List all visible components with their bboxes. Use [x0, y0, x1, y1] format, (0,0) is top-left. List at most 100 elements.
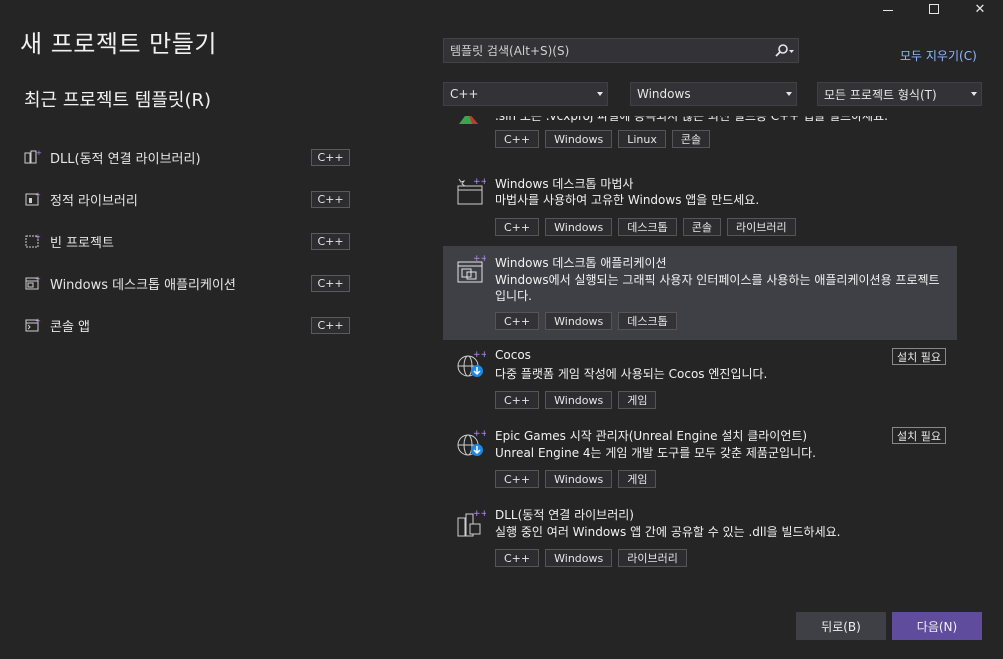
tag: 콘솔 — [671, 130, 711, 148]
template-name: Cocos — [495, 348, 531, 362]
template-item-windows-desktop-wizard[interactable]: ++ Windows 데스크톱 마법사 마법사를 사용하여 고유한 Window… — [443, 170, 957, 240]
tag: C++ — [495, 470, 540, 488]
template-tags: C++ Windows Linux 콘솔 — [495, 130, 711, 148]
template-description: Unreal Engine 4는 게임 개발 도구를 모두 갖춘 제품군입니다. — [495, 446, 816, 460]
svg-text:+: + — [35, 233, 41, 241]
template-item-epic-games-launcher[interactable]: ++ Epic Games 시작 관리자(Unreal Engine 설치 클라… — [443, 425, 957, 495]
tag: Windows — [545, 470, 613, 488]
close-button[interactable]: ✕ — [957, 0, 1003, 18]
tag: C++ — [495, 391, 540, 409]
project-type-filter-value: 모든 프로젝트 형식(T) — [824, 87, 937, 102]
project-type-filter-dropdown[interactable]: 모든 프로젝트 형식(T) — [817, 82, 982, 106]
language-tag: C++ — [311, 149, 350, 166]
template-search-input[interactable] — [450, 43, 772, 58]
chevron-down-icon — [597, 92, 603, 96]
recent-item-label: 콘솔 앱 — [50, 319, 91, 335]
svg-text:+: + — [35, 191, 41, 199]
tag: 데스크톱 — [618, 218, 677, 236]
tag: 데스크톱 — [618, 312, 677, 330]
maximize-icon — [929, 4, 939, 14]
minimize-icon — [883, 9, 893, 11]
install-required-badge: 설치 필요 — [892, 348, 946, 365]
tag: C++ — [495, 130, 540, 148]
tag: C++ — [495, 549, 540, 567]
template-name: Windows 데스크톱 마법사 — [495, 177, 634, 191]
tag: Windows — [545, 312, 613, 330]
svg-text:++: ++ — [473, 350, 486, 360]
console-app-icon: + — [24, 317, 42, 333]
svg-text:+: + — [35, 317, 41, 325]
template-item-cocos[interactable]: ++ Cocos 설치 필요 다중 플랫폼 게임 작성에 사용되는 Cocos … — [443, 346, 957, 416]
recent-templates-list: ++ DLL(동적 연결 라이브러리) C++ + 정적 라이브러리 C++ +… — [24, 136, 352, 346]
recent-item-label: 빈 프로젝트 — [50, 235, 114, 251]
recent-item-console-app[interactable]: + 콘솔 앱 C++ — [24, 304, 352, 346]
template-tags: C++ Windows 게임 — [495, 391, 657, 409]
globe-download-icon: ++ — [456, 350, 488, 380]
close-icon: ✕ — [974, 1, 986, 17]
language-tag: C++ — [311, 233, 350, 250]
chevron-down-icon — [786, 92, 792, 96]
chevron-down-icon — [971, 92, 977, 96]
template-tags: C++ Windows 데스크톱 콘솔 라이브러리 — [495, 218, 796, 236]
template-description: 실행 중인 여러 Windows 앱 간에 공유할 수 있는 .dll을 빌드하… — [495, 525, 841, 539]
svg-text:++: ++ — [473, 177, 486, 187]
dll-project-icon: ++ — [456, 508, 488, 538]
recent-item-label: 정적 라이브러리 — [50, 193, 138, 209]
tag: 라이브러리 — [726, 218, 796, 236]
svg-text:++: ++ — [36, 149, 42, 157]
back-button[interactable]: 뒤로(B) — [796, 612, 886, 640]
recent-item-dll[interactable]: ++ DLL(동적 연결 라이브러리) C++ — [24, 136, 352, 178]
language-tag: C++ — [311, 275, 350, 292]
language-filter-value: C++ — [450, 87, 479, 101]
recent-item-windows-desktop-app[interactable]: + Windows 데스크톱 애플리케이션 C++ — [24, 262, 352, 304]
tag: 게임 — [618, 470, 657, 488]
tag: C++ — [495, 218, 540, 236]
desktop-app-icon: ++ — [456, 254, 488, 284]
recent-templates-heading: 최근 프로젝트 템플릿(R) — [24, 90, 212, 111]
tag: 라이브러리 — [618, 549, 687, 567]
empty-project-icon: + — [24, 233, 42, 249]
static-library-icon: + — [24, 191, 42, 207]
tag: 게임 — [618, 391, 657, 409]
recent-item-empty-project[interactable]: + 빈 프로젝트 C++ — [24, 220, 352, 262]
recent-item-static-library[interactable]: + 정적 라이브러리 C++ — [24, 178, 352, 220]
language-tag: C++ — [311, 191, 350, 208]
wizard-icon: ++ — [456, 176, 488, 206]
clear-all-filters-link[interactable]: 모두 지우기(C) — [900, 47, 977, 64]
svg-text:++: ++ — [473, 429, 486, 439]
language-filter-dropdown[interactable]: C++ — [443, 82, 608, 106]
install-required-badge: 설치 필요 — [892, 427, 946, 444]
template-description: 마법사를 사용하여 고유한 Windows 앱을 만드세요. — [495, 193, 760, 207]
template-name: Windows 데스크톱 애플리케이션 — [495, 256, 667, 270]
recent-item-label: Windows 데스크톱 애플리케이션 — [50, 277, 236, 293]
template-search-box — [443, 38, 799, 63]
tag: Windows — [545, 130, 613, 148]
tag: Linux — [618, 130, 666, 148]
template-item-windows-desktop-application[interactable]: ++ Windows 데스크톱 애플리케이션 Windows에서 실행되는 그래… — [443, 246, 957, 340]
template-item-dll[interactable]: ++ DLL(동적 연결 라이브러리) 실행 중인 여러 Windows 앱 간… — [443, 504, 957, 574]
create-new-project-dialog: ✕ 새 프로젝트 만들기 최근 프로젝트 템플릿(R) ++ DLL(동적 연결… — [0, 0, 1003, 659]
maximize-button[interactable] — [911, 0, 957, 18]
globe-download-icon: ++ — [456, 429, 488, 459]
desktop-app-icon: + — [24, 275, 42, 291]
tag: 콘솔 — [682, 218, 721, 236]
template-description: Windows에서 실행되는 그래픽 사용자 인터페이스를 사용하는 애플리케이… — [495, 273, 940, 303]
recent-item-label: DLL(동적 연결 라이브러리) — [50, 151, 201, 167]
tag: Windows — [545, 391, 613, 409]
template-name: Epic Games 시작 관리자(Unreal Engine 설치 클라이언트… — [495, 429, 808, 443]
platform-filter-dropdown[interactable]: Windows — [630, 82, 797, 106]
template-description: .sln 또는 .vcxproj 파일에 종속되지 않는 최신 빌드용 C++ … — [495, 116, 888, 123]
window-controls: ✕ — [865, 0, 1003, 18]
svg-text:+: + — [35, 275, 41, 283]
svg-text:++: ++ — [473, 254, 486, 264]
dll-project-icon: ++ — [24, 149, 48, 165]
page-title: 새 프로젝트 만들기 — [20, 30, 217, 58]
template-list: .sln 또는 .vcxproj 파일에 종속되지 않는 최신 빌드용 C++ … — [443, 116, 957, 584]
template-tags: C++ Windows 게임 — [495, 470, 657, 488]
search-icon[interactable] — [772, 41, 798, 61]
next-button[interactable]: 다음(N) — [892, 612, 982, 640]
template-tags: C++ Windows 데스크톱 — [495, 312, 677, 330]
platform-filter-value: Windows — [637, 87, 691, 101]
minimize-button[interactable] — [865, 0, 911, 18]
template-item-cmake-project[interactable]: .sln 또는 .vcxproj 파일에 종속되지 않는 최신 빌드용 C++ … — [443, 116, 957, 164]
